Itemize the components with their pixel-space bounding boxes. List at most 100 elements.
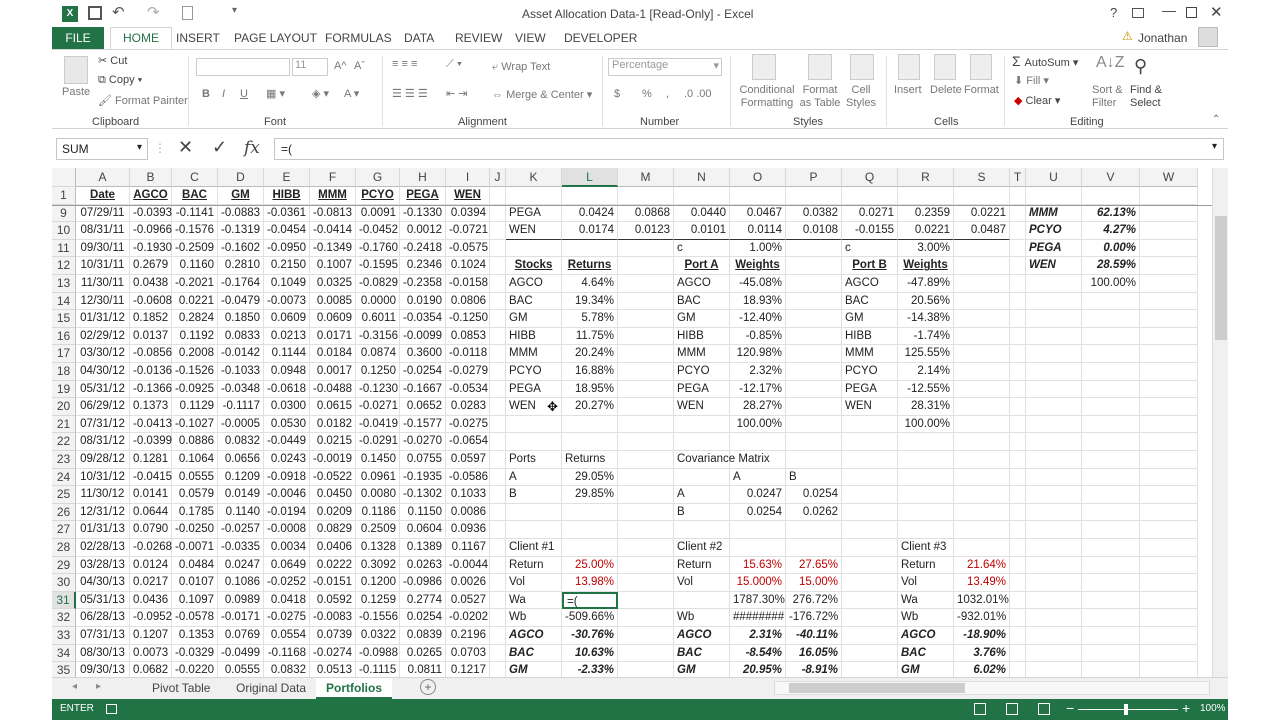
new-icon[interactable] bbox=[182, 6, 193, 20]
blank-cell[interactable] bbox=[954, 345, 1010, 363]
blank-cell[interactable] bbox=[1010, 345, 1026, 363]
blank-cell[interactable] bbox=[1010, 556, 1026, 575]
blank-cell[interactable] bbox=[1140, 591, 1198, 610]
cell-L17[interactable]: 20.24% bbox=[562, 345, 618, 363]
cell-F27[interactable]: 0.0829 bbox=[310, 521, 356, 539]
cell-N35[interactable]: GM bbox=[674, 662, 730, 677]
blank-cell[interactable] bbox=[1026, 187, 1082, 205]
sheet-tab-pivot-table[interactable]: Pivot Table bbox=[152, 681, 210, 695]
blank-cell[interactable] bbox=[786, 345, 842, 363]
cell-N34[interactable]: BAC bbox=[674, 644, 730, 663]
blank-cell[interactable] bbox=[490, 415, 506, 434]
cell-G28[interactable]: 0.1328 bbox=[356, 539, 400, 557]
cell-C19[interactable]: -0.0925 bbox=[172, 380, 218, 399]
blank-cell[interactable] bbox=[954, 239, 1010, 258]
blank-cell[interactable] bbox=[1026, 486, 1082, 504]
cell-N18[interactable]: PCYO bbox=[674, 363, 730, 381]
cell-G1[interactable]: PCYO bbox=[356, 187, 400, 205]
blank-cell[interactable] bbox=[1026, 363, 1082, 381]
blank-cell[interactable] bbox=[1082, 398, 1140, 416]
cell-V11[interactable]: 0.00% bbox=[1082, 239, 1140, 258]
cell-E34[interactable]: -0.1168 bbox=[264, 644, 310, 663]
cell-R30[interactable]: Vol bbox=[898, 574, 954, 592]
cell-O11[interactable]: 1.00% bbox=[730, 239, 786, 258]
cell-R15[interactable]: -14.38% bbox=[898, 310, 954, 328]
blank-cell[interactable] bbox=[490, 222, 506, 240]
cell-L29[interactable]: 25.00% bbox=[562, 556, 618, 575]
blank-cell[interactable] bbox=[490, 310, 506, 328]
blank-cell[interactable] bbox=[842, 539, 898, 557]
cell-H28[interactable]: 0.1389 bbox=[400, 539, 446, 557]
blank-cell[interactable] bbox=[674, 433, 730, 451]
blank-cell[interactable] bbox=[786, 521, 842, 539]
cell-I14[interactable]: 0.0806 bbox=[446, 292, 490, 311]
blank-cell[interactable] bbox=[842, 591, 898, 610]
align-top-icon[interactable]: ≡ ≡ ≡ bbox=[392, 58, 417, 70]
cell-A17[interactable]: 03/30/12 bbox=[76, 345, 130, 363]
blank-cell[interactable] bbox=[842, 187, 898, 205]
cell-E11[interactable]: -0.0950 bbox=[264, 239, 310, 258]
blank-cell[interactable] bbox=[506, 521, 562, 539]
cell-B31[interactable]: 0.0436 bbox=[130, 591, 172, 610]
blank-cell[interactable] bbox=[1082, 627, 1140, 645]
cell-H32[interactable]: 0.0254 bbox=[400, 609, 446, 627]
cell-O10[interactable]: 0.0114 bbox=[730, 222, 786, 240]
merge-center-button[interactable]: ⇔ Merge & Center ▾ bbox=[492, 88, 592, 101]
cell-B1[interactable]: AGCO bbox=[130, 187, 172, 205]
blank-cell[interactable] bbox=[1010, 239, 1026, 258]
blank-cell[interactable] bbox=[562, 433, 618, 451]
cell-D9[interactable]: -0.0883 bbox=[218, 204, 264, 223]
blank-cell[interactable] bbox=[490, 275, 506, 293]
blank-cell[interactable] bbox=[954, 275, 1010, 293]
cell-A9[interactable]: 07/29/11 bbox=[76, 204, 130, 223]
row-header-15[interactable]: 15 bbox=[52, 310, 76, 328]
blank-cell[interactable] bbox=[618, 644, 674, 663]
cell-L18[interactable]: 16.88% bbox=[562, 363, 618, 381]
cell-G16[interactable]: -0.3156 bbox=[356, 327, 400, 346]
horizontal-scrollbar[interactable] bbox=[774, 681, 1210, 695]
cell-I22[interactable]: -0.0654 bbox=[446, 433, 490, 451]
blank-cell[interactable] bbox=[1140, 662, 1198, 677]
blank-cell[interactable] bbox=[562, 415, 618, 434]
cell-K30[interactable]: Vol bbox=[506, 574, 562, 592]
cell-F14[interactable]: 0.0085 bbox=[310, 292, 356, 311]
column-header-V[interactable]: V bbox=[1082, 168, 1140, 187]
cell-F17[interactable]: 0.0184 bbox=[310, 345, 356, 363]
cell-L20[interactable]: 20.27% bbox=[562, 398, 618, 416]
blank-cell[interactable] bbox=[1140, 275, 1198, 293]
column-header-S[interactable]: S bbox=[954, 168, 1010, 187]
blank-cell[interactable] bbox=[1010, 363, 1026, 381]
cell-F20[interactable]: 0.0615 bbox=[310, 398, 356, 416]
column-header-C[interactable]: C bbox=[172, 168, 218, 187]
row-header-22[interactable]: 22 bbox=[52, 433, 76, 451]
blank-cell[interactable] bbox=[786, 380, 842, 399]
cell-P32[interactable]: -176.72% bbox=[786, 609, 842, 627]
italic-button[interactable]: I bbox=[222, 88, 225, 100]
row-header-31[interactable]: 31 bbox=[52, 591, 76, 610]
blank-cell[interactable] bbox=[618, 539, 674, 557]
row-header-29[interactable]: 29 bbox=[52, 556, 76, 575]
cell-L31[interactable]: =( bbox=[562, 591, 618, 610]
blank-cell[interactable] bbox=[618, 609, 674, 627]
cell-D27[interactable]: -0.0257 bbox=[218, 521, 264, 539]
blank-cell[interactable] bbox=[842, 415, 898, 434]
cell-I16[interactable]: 0.0853 bbox=[446, 327, 490, 346]
close-icon[interactable]: ✕ bbox=[1210, 3, 1223, 21]
cell-I31[interactable]: 0.0527 bbox=[446, 591, 490, 610]
cell-O21[interactable]: 100.00% bbox=[730, 415, 786, 434]
blank-cell[interactable] bbox=[1140, 415, 1198, 434]
cell-E29[interactable]: 0.0649 bbox=[264, 556, 310, 575]
blank-cell[interactable] bbox=[842, 662, 898, 677]
blank-cell[interactable] bbox=[1082, 539, 1140, 557]
cell-L23[interactable]: Returns bbox=[562, 451, 618, 469]
page-layout-view-icon[interactable] bbox=[1006, 703, 1018, 715]
cell-I17[interactable]: -0.0118 bbox=[446, 345, 490, 363]
blank-cell[interactable] bbox=[618, 662, 674, 677]
formula-input[interactable]: =( bbox=[274, 138, 1224, 160]
cell-B23[interactable]: 0.1281 bbox=[130, 451, 172, 469]
blank-cell[interactable] bbox=[618, 503, 674, 522]
cell-O34[interactable]: -8.54% bbox=[730, 644, 786, 663]
blank-cell[interactable] bbox=[1026, 574, 1082, 592]
blank-cell[interactable] bbox=[618, 257, 674, 275]
cell-B19[interactable]: -0.1366 bbox=[130, 380, 172, 399]
